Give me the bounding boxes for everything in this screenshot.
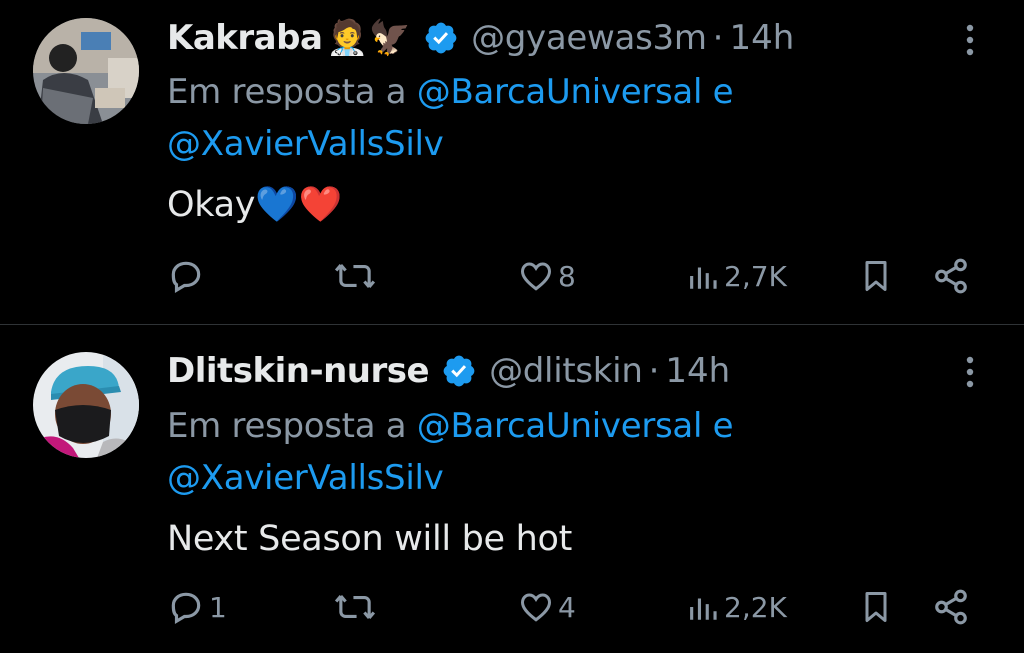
reply-icon bbox=[167, 257, 205, 295]
tweet-text-content: Next Season will be hot bbox=[167, 519, 573, 559]
like-button[interactable]: 8 bbox=[518, 254, 576, 298]
like-count: 8 bbox=[558, 259, 576, 293]
reply-button[interactable]: 1 bbox=[167, 585, 227, 629]
reply-prefix: Em resposta a bbox=[167, 72, 407, 112]
avatar[interactable] bbox=[33, 18, 139, 124]
conjunction: e bbox=[712, 406, 734, 446]
bookmark-button[interactable] bbox=[858, 254, 894, 298]
more-vertical-icon[interactable] bbox=[958, 352, 982, 392]
view-count: 2,2K bbox=[724, 590, 787, 624]
views-button[interactable]: 2,2K bbox=[686, 585, 787, 629]
mention-link[interactable]: @BarcaUniversal bbox=[417, 406, 703, 446]
retweet-icon bbox=[333, 257, 377, 295]
more-vertical-icon[interactable] bbox=[958, 20, 982, 60]
separator: · bbox=[648, 351, 660, 391]
timestamp[interactable]: 14h bbox=[665, 351, 730, 391]
share-icon bbox=[932, 257, 970, 295]
reply-context: Em resposta a @BarcaUniversal e @XavierV… bbox=[167, 400, 734, 504]
like-icon bbox=[518, 589, 554, 625]
name-emojis: 🧑‍⚕️🦅 bbox=[326, 18, 412, 58]
tweet-text: Next Season will be hot bbox=[167, 517, 572, 561]
tweet[interactable]: Kakraba 🧑‍⚕️🦅 @gyaewas3m · 14h Em respos… bbox=[0, 0, 1024, 324]
bookmark-icon bbox=[858, 588, 894, 626]
reply-button[interactable] bbox=[167, 254, 209, 298]
views-icon bbox=[686, 258, 720, 294]
views-icon bbox=[686, 589, 720, 625]
timestamp[interactable]: 14h bbox=[729, 18, 794, 58]
like-button[interactable]: 4 bbox=[518, 585, 576, 629]
separator: · bbox=[712, 18, 724, 58]
mention-link[interactable]: @BarcaUniversal bbox=[417, 72, 703, 112]
tweet-text-emojis: 💙❤️ bbox=[255, 185, 342, 225]
bookmark-button[interactable] bbox=[858, 585, 894, 629]
view-count: 2,7K bbox=[724, 259, 787, 293]
mention-link[interactable]: @XavierVallsSilv bbox=[167, 124, 444, 164]
share-button[interactable] bbox=[932, 585, 970, 629]
views-button[interactable]: 2,7K bbox=[686, 254, 787, 298]
tweet-text-content: Okay bbox=[167, 185, 256, 225]
author-handle[interactable]: @dlitskin bbox=[489, 351, 643, 391]
tweet-header: Kakraba 🧑‍⚕️🦅 @gyaewas3m · 14h bbox=[167, 18, 794, 58]
reply-count: 1 bbox=[209, 590, 227, 624]
author-name[interactable]: Kakraba bbox=[167, 18, 323, 58]
retweet-icon bbox=[333, 588, 377, 626]
like-icon bbox=[518, 258, 554, 294]
action-bar: 1 4 2,2K bbox=[0, 585, 1024, 629]
tweet-header: Dlitskin-nurse @dlitskin · 14h bbox=[167, 351, 730, 391]
author-name[interactable]: Dlitskin-nurse bbox=[167, 351, 430, 391]
verified-badge-icon bbox=[423, 20, 459, 56]
reply-prefix: Em resposta a bbox=[167, 406, 407, 446]
action-bar: 8 2,7K bbox=[0, 254, 1024, 298]
retweet-button[interactable] bbox=[333, 585, 381, 629]
reply-icon bbox=[167, 588, 205, 626]
retweet-button[interactable] bbox=[333, 254, 381, 298]
share-button[interactable] bbox=[932, 254, 970, 298]
author-handle[interactable]: @gyaewas3m bbox=[471, 18, 707, 58]
like-count: 4 bbox=[558, 590, 576, 624]
verified-badge-icon bbox=[441, 353, 477, 389]
share-icon bbox=[932, 588, 970, 626]
reply-context: Em resposta a @BarcaUniversal e @XavierV… bbox=[167, 66, 734, 170]
mention-link[interactable]: @XavierVallsSilv bbox=[167, 458, 444, 498]
tweet-text: Okay💙❤️ bbox=[167, 183, 342, 227]
conjunction: e bbox=[712, 72, 734, 112]
bookmark-icon bbox=[858, 257, 894, 295]
tweet[interactable]: Dlitskin-nurse @dlitskin · 14h Em respos… bbox=[0, 325, 1024, 653]
avatar[interactable] bbox=[33, 352, 139, 458]
